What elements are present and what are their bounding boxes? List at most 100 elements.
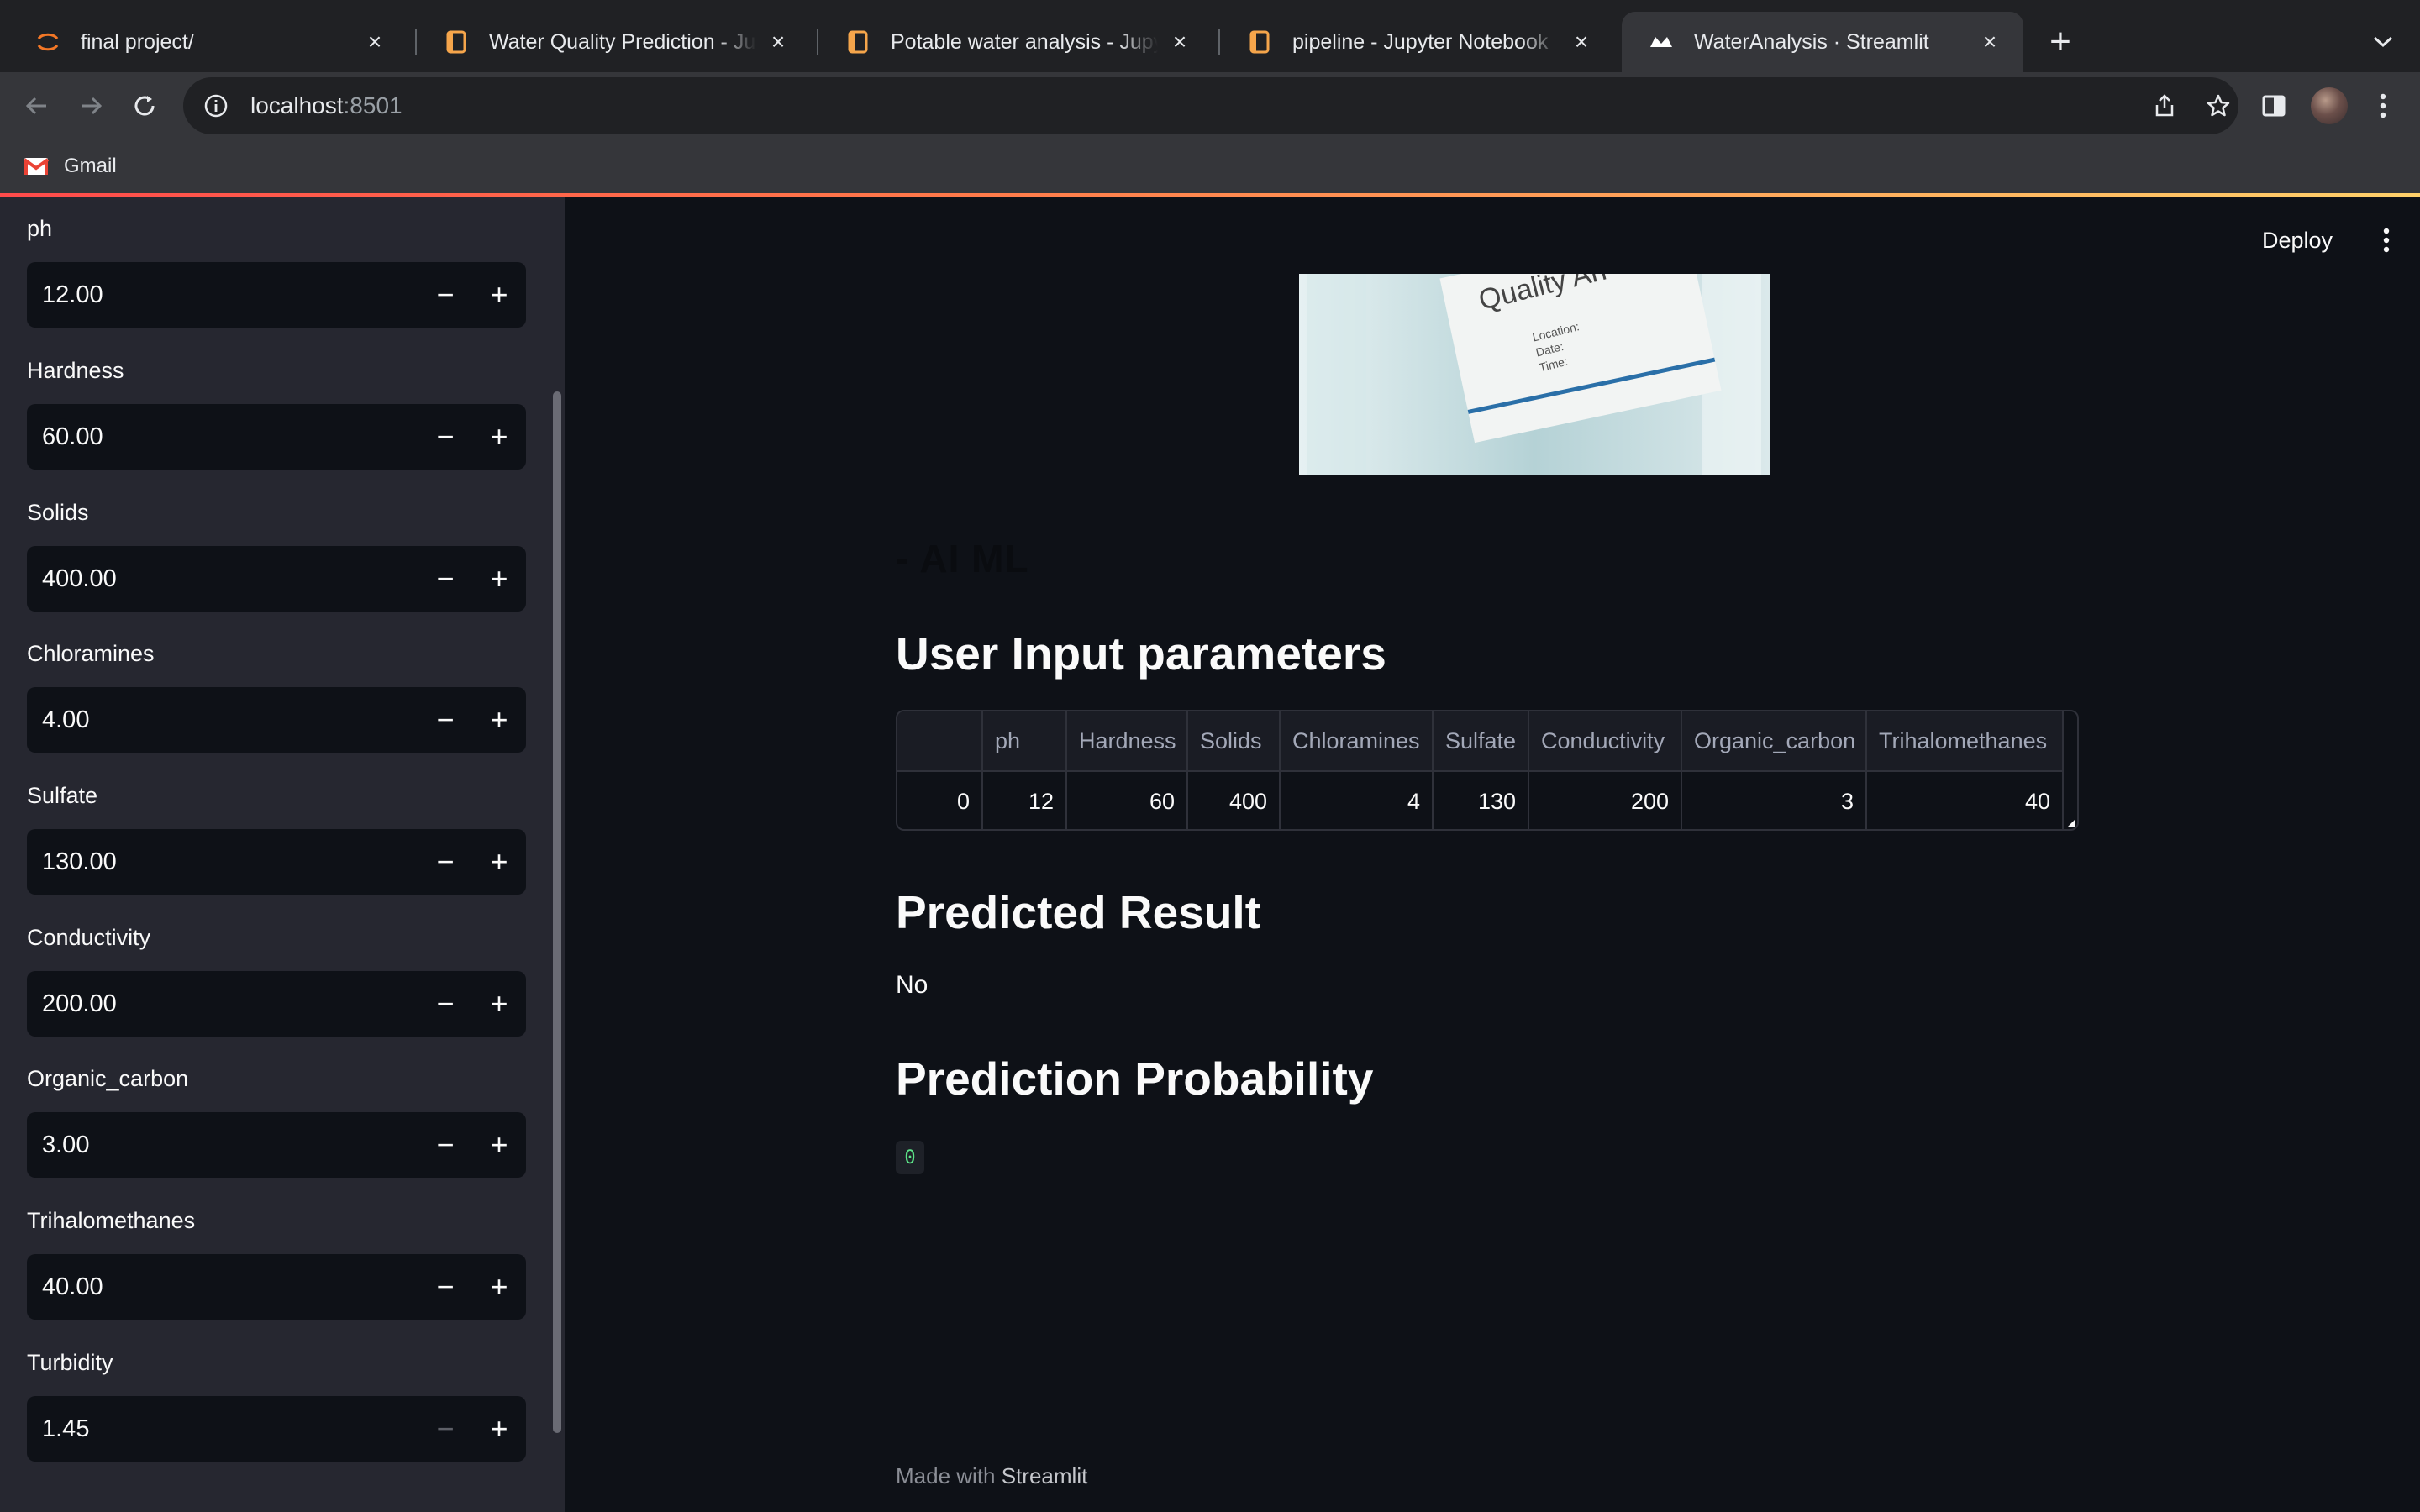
number-input[interactable]: 12.00 − +	[27, 262, 526, 328]
share-icon[interactable]	[2149, 91, 2180, 121]
increment-button[interactable]: +	[472, 262, 526, 328]
close-icon[interactable]: ×	[361, 29, 388, 55]
decrement-button[interactable]: −	[418, 1112, 472, 1178]
decrement-button[interactable]: −	[418, 404, 472, 470]
decrement-button[interactable]: −	[418, 1396, 472, 1462]
deploy-button[interactable]: Deploy	[2262, 220, 2333, 260]
footer-brand-link[interactable]: Streamlit	[1002, 1463, 1088, 1488]
number-input[interactable]: 1.45 − +	[27, 1396, 526, 1462]
tab-title: Water Quality Prediction - Jupyter Noteb…	[489, 29, 756, 54]
browser-tab-potable-water[interactable]: Potable water analysis - Jupyter Noteboo…	[818, 12, 1213, 72]
increment-button[interactable]: +	[472, 1396, 526, 1462]
info-icon[interactable]	[202, 92, 230, 120]
forward-arrow-icon[interactable]	[71, 86, 111, 126]
input-dataframe[interactable]: ph Hardness Solids Chloramines Sulfate C…	[896, 710, 2079, 831]
number-input[interactable]: 3.00 − +	[27, 1112, 526, 1178]
column-header[interactable]: Sulfate	[1434, 711, 1529, 770]
table-cell[interactable]: 40	[1867, 772, 2064, 829]
close-icon[interactable]: ×	[1166, 29, 1193, 55]
field-label: Solids	[27, 500, 89, 525]
notebook-icon	[845, 29, 871, 55]
number-input-value[interactable]: 400.00	[42, 565, 418, 593]
browser-tab-water-quality[interactable]: Water Quality Prediction - Jupyter Noteb…	[417, 12, 812, 72]
back-arrow-icon[interactable]	[17, 86, 57, 126]
increment-button[interactable]: +	[472, 546, 526, 612]
increment-button[interactable]: +	[472, 1254, 526, 1320]
bookmark-label: Gmail	[64, 155, 117, 177]
field-chloramines: Chloramines 4.00 − +	[27, 637, 526, 753]
browser-tab-pipeline[interactable]: pipeline - Jupyter Notebook ×	[1220, 12, 1615, 72]
field-label: Sulfate	[27, 783, 98, 808]
probability-heading: Prediction Probability	[896, 1053, 1374, 1105]
column-header[interactable]: Organic_carbon	[1682, 711, 1867, 770]
number-input[interactable]: 200.00 − +	[27, 971, 526, 1037]
reload-icon[interactable]	[124, 86, 165, 126]
profile-avatar[interactable]	[2309, 86, 2349, 126]
column-header[interactable]: Conductivity	[1529, 711, 1682, 770]
decrement-button[interactable]: −	[418, 687, 472, 753]
star-icon[interactable]	[2203, 91, 2233, 121]
decrement-button[interactable]: −	[418, 546, 472, 612]
bookmarks-bar: Gmail	[0, 139, 2420, 193]
more-vertical-icon[interactable]	[2366, 220, 2407, 260]
decrement-button[interactable]: −	[418, 829, 472, 895]
field-hardness: Hardness 60.00 − +	[27, 354, 526, 470]
field-organic-carbon: Organic_carbon 3.00 − +	[27, 1062, 526, 1178]
table-row: 0 12 60 400 4 130 200 3 40	[897, 772, 2064, 829]
resize-handle-icon[interactable]	[2067, 819, 2075, 827]
number-input-value[interactable]: 40.00	[42, 1273, 418, 1301]
table-cell[interactable]: 3	[1682, 772, 1867, 829]
decrement-button[interactable]: −	[418, 262, 472, 328]
increment-button[interactable]: +	[472, 404, 526, 470]
app-root: final project/ × Water Quality Predictio…	[0, 0, 2420, 1512]
browser-tab-wateranalysis[interactable]: WaterAnalysis · Streamlit ×	[1622, 12, 2023, 72]
column-header[interactable]: Solids	[1188, 711, 1281, 770]
result-value: No	[896, 971, 929, 999]
more-vertical-icon[interactable]	[2363, 86, 2403, 126]
chevron-down-icon[interactable]	[2361, 22, 2405, 62]
number-input[interactable]: 40.00 − +	[27, 1254, 526, 1320]
column-header[interactable]	[897, 711, 983, 770]
close-icon[interactable]: ×	[765, 29, 792, 55]
number-input[interactable]: 60.00 − +	[27, 404, 526, 470]
decrement-button[interactable]: −	[418, 971, 472, 1037]
number-input-value[interactable]: 4.00	[42, 706, 418, 734]
close-icon[interactable]: ×	[1568, 29, 1595, 55]
new-tab-button[interactable]: +	[2037, 21, 2084, 62]
increment-button[interactable]: +	[472, 1112, 526, 1178]
column-header[interactable]: Chloramines	[1281, 711, 1434, 770]
number-input-value[interactable]: 12.00	[42, 281, 418, 309]
number-input-value[interactable]: 200.00	[42, 990, 418, 1018]
table-cell[interactable]: 400	[1188, 772, 1281, 829]
tab-title: final project/	[81, 29, 194, 54]
side-panel-icon[interactable]	[2254, 86, 2294, 126]
close-icon[interactable]: ×	[1976, 29, 2003, 55]
decrement-button[interactable]: −	[418, 1254, 472, 1320]
increment-button[interactable]: +	[472, 687, 526, 753]
address-bar[interactable]: localhost:8501	[183, 77, 2238, 134]
table-cell[interactable]: 200	[1529, 772, 1682, 829]
browser-tab-final-project[interactable]: final project/ ×	[8, 12, 408, 72]
number-input[interactable]: 400.00 − +	[27, 546, 526, 612]
table-cell[interactable]: 60	[1067, 772, 1188, 829]
bookmark-gmail[interactable]: Gmail	[24, 150, 117, 183]
number-input-value[interactable]: 60.00	[42, 423, 418, 451]
column-header[interactable]: Hardness	[1067, 711, 1188, 770]
table-cell[interactable]: 130	[1434, 772, 1529, 829]
number-input-value[interactable]: 1.45	[42, 1415, 418, 1443]
table-cell[interactable]: 12	[983, 772, 1067, 829]
number-input-value[interactable]: 130.00	[42, 848, 418, 876]
number-input[interactable]: 130.00 − +	[27, 829, 526, 895]
url-host: localhost	[250, 92, 344, 118]
increment-button[interactable]: +	[472, 829, 526, 895]
column-header[interactable]: Trihalomethanes	[1867, 711, 2064, 770]
increment-button[interactable]: +	[472, 971, 526, 1037]
number-input-value[interactable]: 3.00	[42, 1131, 418, 1159]
gmail-icon	[24, 158, 49, 175]
column-header[interactable]: ph	[983, 711, 1067, 770]
number-input[interactable]: 4.00 − +	[27, 687, 526, 753]
footer-prefix: Made with	[896, 1463, 996, 1488]
sidebar-scrollbar[interactable]	[553, 391, 561, 1433]
field-sulfate: Sulfate 130.00 − +	[27, 779, 526, 895]
table-cell[interactable]: 4	[1281, 772, 1434, 829]
